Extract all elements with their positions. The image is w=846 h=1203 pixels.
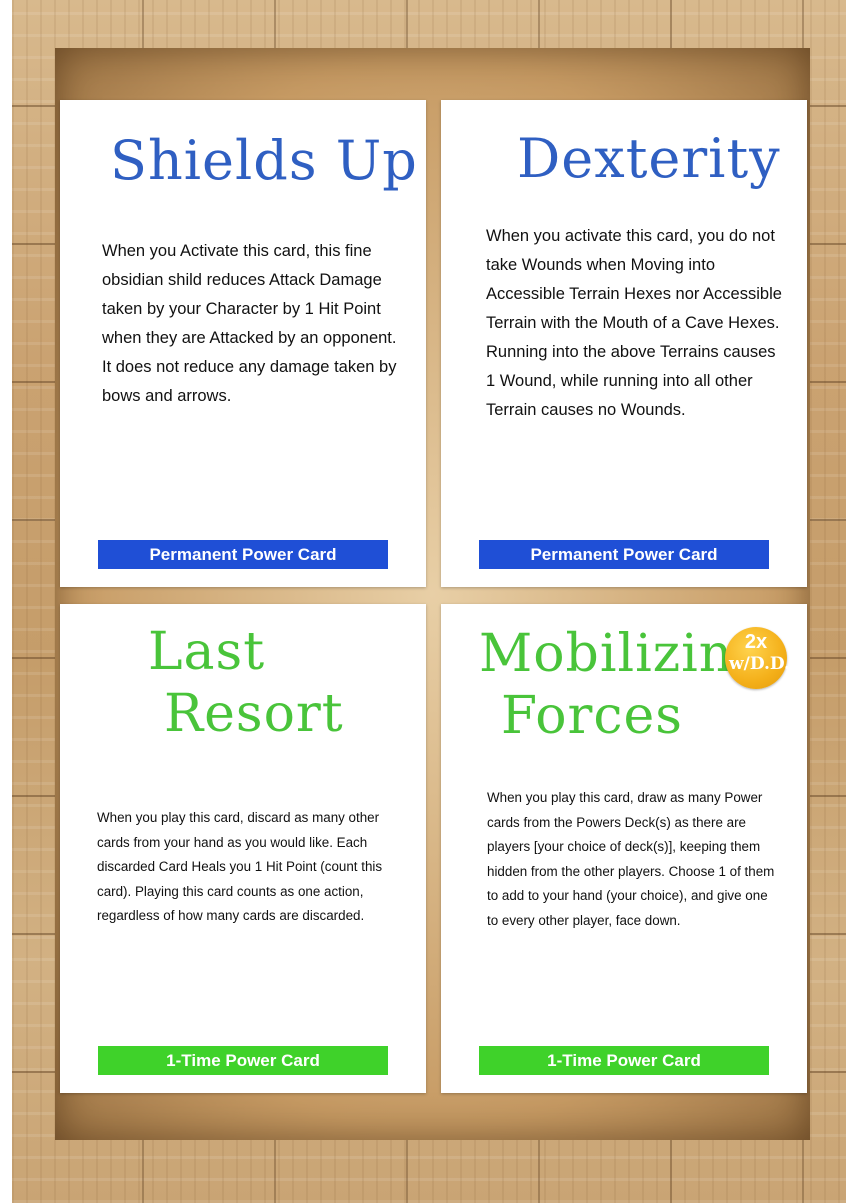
power-card-last-resort[interactable]: Last Resort When you play this card, dis… — [60, 604, 426, 1093]
card-type-banner: 1-Time Power Card — [479, 1046, 769, 1075]
power-card-shields-up[interactable]: Shields Up When you Activate this card, … — [60, 100, 426, 587]
power-card-dexterity[interactable]: Dexterity When you activate this card, y… — [441, 100, 807, 587]
card-type-banner: 1-Time Power Card — [98, 1046, 388, 1075]
card-title: Shields Up — [110, 129, 418, 192]
card-description: When you play this card, draw as many Po… — [487, 790, 775, 928]
card-title: Dexterity — [517, 127, 781, 190]
card-description: When you activate this card, you do not … — [486, 227, 782, 419]
power-card-mobilizing-forces[interactable]: Mobilizing Forces 2x w/D.D. When you pla… — [441, 604, 807, 1093]
card-title-line-2: Resort — [164, 684, 344, 744]
double-deck-badge-icon: 2x w/D.D. — [725, 627, 790, 689]
card-type-banner: Permanent Power Card — [479, 540, 769, 569]
badge-top-text: 2x — [744, 631, 768, 653]
card-title-line-1: Last — [148, 622, 266, 682]
card-description: When you Activate this card, this fine o… — [102, 242, 397, 405]
card-description: When you play this card, discard as many… — [97, 810, 383, 924]
card-title-line-2: Forces — [501, 686, 683, 746]
badge-bottom-text: w/D.D. — [729, 654, 790, 674]
card-type-banner: Permanent Power Card — [98, 540, 388, 569]
